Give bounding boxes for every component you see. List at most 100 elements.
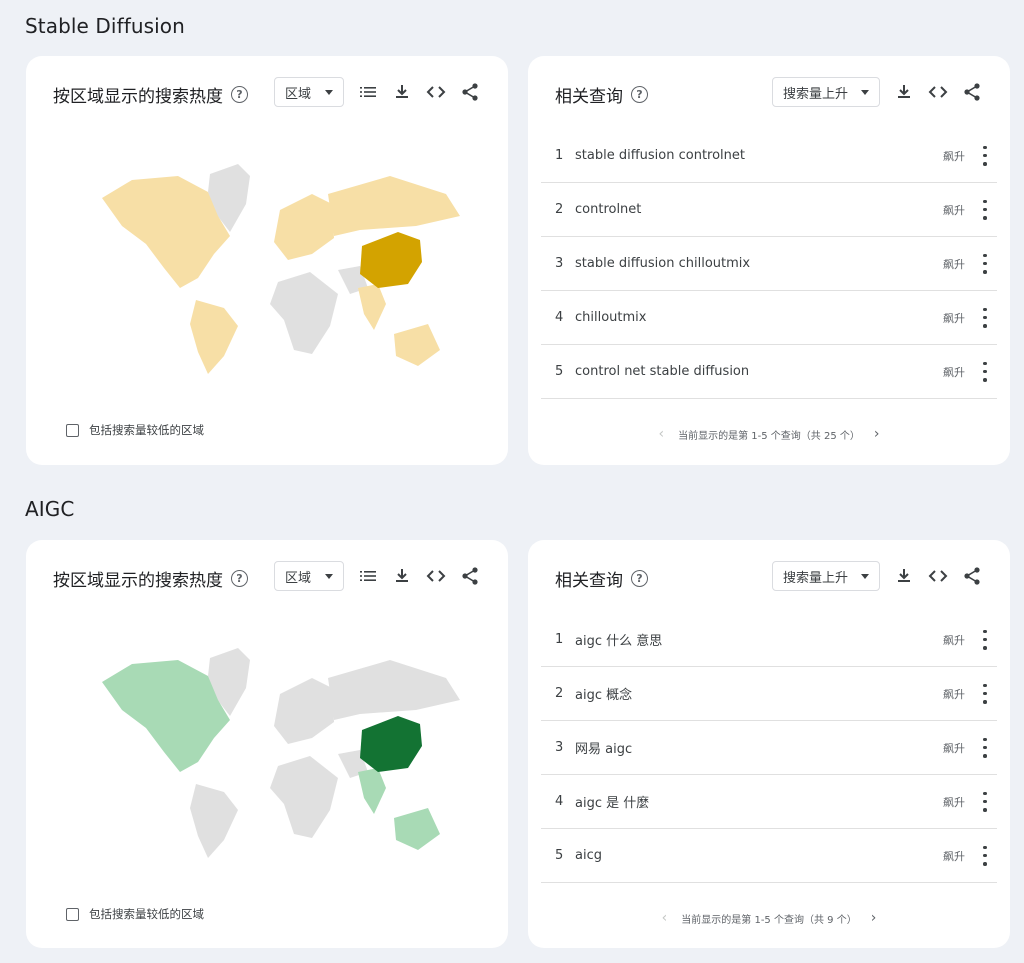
download-icon[interactable]: [893, 81, 915, 103]
download-icon[interactable]: [391, 81, 413, 103]
query-row[interactable]: 1 stable diffusion controlnet 飙升: [541, 129, 997, 183]
query-text[interactable]: stable diffusion chilloutmix: [575, 256, 943, 271]
sort-dropdown[interactable]: 搜索量上升: [772, 77, 880, 107]
query-text[interactable]: stable diffusion controlnet: [575, 148, 943, 163]
rising-badge: 飙升: [943, 687, 965, 701]
queries-card-stable-diffusion: 相关查询 ? 搜索量上升 1 stable diffusion controln…: [528, 56, 1010, 465]
more-vert-icon[interactable]: [981, 683, 989, 704]
query-row[interactable]: 3 网易 aigc 飙升: [541, 721, 997, 775]
query-text[interactable]: aigc 概念: [575, 684, 943, 703]
region-dropdown[interactable]: 区域: [274, 561, 344, 591]
rising-badge: 飙升: [943, 633, 965, 647]
query-row[interactable]: 2 controlnet 飙升: [541, 183, 997, 237]
more-vert-icon[interactable]: [981, 629, 989, 650]
map-card-stable-diffusion: 按区域显示的搜索热度 ? 区域 包括搜索量较低的区域: [26, 56, 508, 465]
region-dropdown[interactable]: 区域: [274, 77, 344, 107]
query-row[interactable]: 2 aigc 概念 飙升: [541, 667, 997, 721]
rising-badge: 飙升: [943, 365, 965, 379]
help-icon[interactable]: ?: [631, 86, 648, 103]
download-icon[interactable]: [893, 565, 915, 587]
map-region-australia: [394, 324, 440, 366]
pagination: ‹ 当前显示的是第 1-5 个查询（共 9 个） ›: [528, 910, 1010, 926]
help-icon[interactable]: ?: [231, 86, 248, 103]
map-card-aigc: 按区域显示的搜索热度 ? 区域 包括搜索量较低的区域: [26, 540, 508, 948]
query-row[interactable]: 1 aigc 什么 意思 飙升: [541, 613, 997, 667]
world-map[interactable]: [98, 154, 468, 374]
query-row[interactable]: 3 stable diffusion chilloutmix 飙升: [541, 237, 997, 291]
more-vert-icon[interactable]: [981, 791, 989, 812]
share-icon[interactable]: [459, 81, 481, 103]
rising-badge: 飙升: [943, 203, 965, 217]
more-vert-icon[interactable]: [981, 845, 989, 866]
map-region-africa: [270, 756, 338, 838]
more-vert-icon[interactable]: [981, 307, 989, 328]
sort-dropdown[interactable]: 搜索量上升: [772, 561, 880, 591]
query-text[interactable]: aicg: [575, 848, 943, 863]
rising-badge: 飙升: [943, 795, 965, 809]
card-title: 按区域显示的搜索热度: [53, 571, 223, 591]
more-vert-icon[interactable]: [981, 361, 989, 382]
list-icon[interactable]: [357, 565, 379, 587]
query-list: 1 aigc 什么 意思 飙升 2 aigc 概念 飙升 3 网易 aigc 飙…: [541, 613, 997, 883]
help-icon[interactable]: ?: [231, 570, 248, 587]
share-icon[interactable]: [961, 81, 983, 103]
rising-badge: 飙升: [943, 311, 965, 325]
embed-icon[interactable]: [425, 565, 447, 587]
map-region-south-america: [190, 300, 238, 374]
share-icon[interactable]: [961, 565, 983, 587]
pagination-label: 当前显示的是第 1-5 个查询（共 25 个）: [678, 430, 860, 442]
pagination: ‹ 当前显示的是第 1-5 个查询（共 25 个） ›: [528, 426, 1010, 442]
query-row[interactable]: 5 aicg 飙升: [541, 829, 997, 883]
more-vert-icon[interactable]: [981, 145, 989, 166]
rising-badge: 飙升: [943, 149, 965, 163]
query-row[interactable]: 4 aigc 是 什麼 飙升: [541, 775, 997, 829]
world-map[interactable]: [98, 638, 468, 858]
map-region-africa: [270, 272, 338, 354]
embed-icon[interactable]: [927, 565, 949, 587]
embed-icon[interactable]: [425, 81, 447, 103]
more-vert-icon[interactable]: [981, 737, 989, 758]
query-text[interactable]: aigc 是 什麼: [575, 792, 943, 811]
map-region-india: [358, 768, 386, 814]
share-icon[interactable]: [459, 565, 481, 587]
map-region-europe: [274, 678, 334, 744]
chevron-right-icon[interactable]: ›: [874, 426, 880, 442]
map-region-south-america: [190, 784, 238, 858]
download-icon[interactable]: [391, 565, 413, 587]
map-region-russia: [328, 176, 460, 236]
help-icon[interactable]: ?: [631, 570, 648, 587]
query-text[interactable]: chilloutmix: [575, 310, 943, 325]
chevron-left-icon[interactable]: ‹: [659, 426, 665, 442]
card-title: 按区域显示的搜索热度: [53, 87, 223, 107]
query-list: 1 stable diffusion controlnet 飙升 2 contr…: [541, 129, 997, 399]
caret-down-icon: [325, 89, 333, 95]
chevron-right-icon[interactable]: ›: [871, 910, 877, 926]
rising-badge: 飙升: [943, 849, 965, 863]
embed-icon[interactable]: [927, 81, 949, 103]
low-volume-checkbox[interactable]: [66, 423, 79, 437]
rising-badge: 飙升: [943, 257, 965, 271]
query-text[interactable]: 网易 aigc: [575, 738, 943, 757]
map-region-india: [358, 284, 386, 330]
query-row[interactable]: 5 control net stable diffusion 飙升: [541, 345, 997, 399]
chevron-left-icon[interactable]: ‹: [662, 910, 668, 926]
query-text[interactable]: aigc 什么 意思: [575, 630, 943, 649]
query-text[interactable]: control net stable diffusion: [575, 364, 943, 379]
more-vert-icon[interactable]: [981, 199, 989, 220]
map-region-china: [360, 716, 422, 772]
caret-down-icon: [325, 573, 333, 579]
query-text[interactable]: controlnet: [575, 202, 943, 217]
map-region-russia: [328, 660, 460, 720]
caret-down-icon: [861, 573, 869, 579]
low-volume-label: 包括搜索量较低的区域: [89, 907, 204, 921]
rising-badge: 飙升: [943, 741, 965, 755]
more-vert-icon[interactable]: [981, 253, 989, 274]
query-row[interactable]: 4 chilloutmix 飙升: [541, 291, 997, 345]
card-title: 相关查询: [555, 87, 623, 107]
low-volume-label: 包括搜索量较低的区域: [89, 423, 204, 437]
map-region-europe: [274, 194, 334, 260]
map-region-australia: [394, 808, 440, 850]
low-volume-checkbox[interactable]: [66, 907, 79, 921]
list-icon[interactable]: [357, 81, 379, 103]
card-title: 相关查询: [555, 571, 623, 591]
